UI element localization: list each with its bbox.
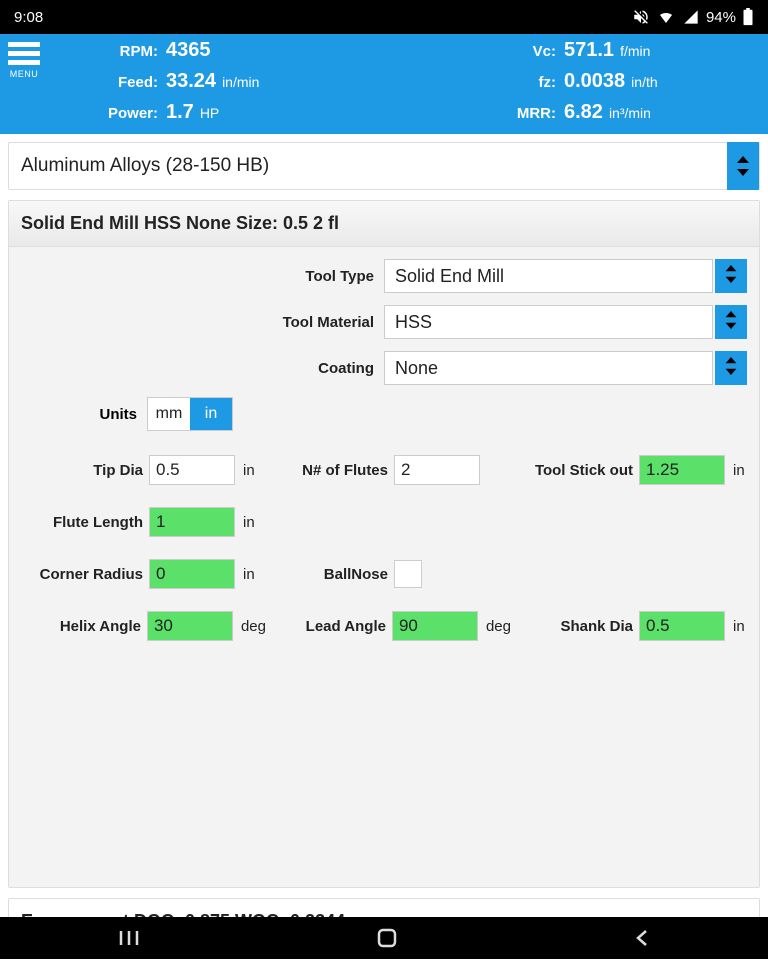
tool-material-select[interactable]: HSS: [384, 305, 713, 339]
stick-out-input[interactable]: [639, 455, 725, 485]
lead-angle-param: Lead Angle deg: [266, 611, 511, 641]
battery-percent: 94%: [706, 9, 736, 26]
shank-dia-input[interactable]: [639, 611, 725, 641]
tool-material-row: Tool Material HSS: [21, 305, 747, 339]
chevron-updown-icon: [722, 263, 740, 290]
num-flutes-input[interactable]: [394, 455, 480, 485]
hamburger-icon: [8, 42, 40, 65]
metric-rpm: RPM: 4365: [54, 39, 406, 62]
wifi-icon: [656, 9, 676, 25]
units-toggle: mm in: [147, 397, 233, 431]
signal-icon: [682, 9, 700, 25]
coating-select[interactable]: None: [384, 351, 713, 385]
material-value[interactable]: Aluminum Alloys (28-150 HB): [9, 143, 727, 189]
units-in-button[interactable]: in: [190, 398, 232, 430]
flute-length-param: Flute Length in: [21, 507, 266, 537]
material-selector[interactable]: Aluminum Alloys (28-150 HB): [8, 142, 760, 190]
app-header: MENU RPM: 4365 Vc: 571.1 f/min Feed: 33.…: [0, 34, 768, 134]
chevron-updown-icon: [722, 309, 740, 336]
helix-angle-input[interactable]: [147, 611, 233, 641]
shank-dia-param: Shank Dia in: [511, 611, 756, 641]
tool-section-title: Solid End Mill HSS None Size: 0.5 2 fl: [9, 201, 759, 247]
status-time: 9:08: [14, 9, 43, 26]
nav-home-button[interactable]: [376, 927, 398, 949]
metric-mrr: MRR: 6.82 in³/min: [406, 101, 758, 124]
metric-vc: Vc: 571.1 f/min: [406, 39, 758, 62]
metric-feed: Feed: 33.24 in/min: [54, 70, 406, 93]
menu-button[interactable]: MENU: [8, 42, 40, 79]
lead-angle-input[interactable]: [392, 611, 478, 641]
corner-radius-param: Corner Radius in: [21, 559, 266, 589]
nav-back-button[interactable]: [633, 928, 651, 948]
tip-dia-param: Tip Dia in: [21, 455, 266, 485]
android-nav-bar: [0, 917, 768, 959]
units-mm-button[interactable]: mm: [148, 398, 190, 430]
mute-icon: [632, 8, 650, 26]
metric-fz: fz: 0.0038 in/th: [406, 70, 758, 93]
chevron-updown-icon: [733, 154, 753, 178]
tool-type-row: Tool Type Solid End Mill: [21, 259, 747, 293]
ballnose-param: BallNose: [266, 559, 511, 589]
helix-angle-param: Helix Angle deg: [21, 611, 266, 641]
status-icons: 94%: [632, 8, 754, 26]
back-icon: [633, 928, 651, 948]
ballnose-checkbox[interactable]: [394, 560, 422, 588]
coating-row: Coating None: [21, 351, 747, 385]
stick-out-param: Tool Stick out in: [511, 455, 756, 485]
metric-power: Power: 1.7 HP: [54, 101, 406, 124]
tip-dia-input[interactable]: [149, 455, 235, 485]
units-row: Units mm in: [21, 397, 747, 431]
corner-radius-input[interactable]: [149, 559, 235, 589]
tool-section: Solid End Mill HSS None Size: 0.5 2 fl T…: [8, 200, 760, 888]
nav-recents-button[interactable]: [117, 928, 141, 948]
home-icon: [376, 927, 398, 949]
num-flutes-param: N# of Flutes: [266, 455, 511, 485]
chevron-updown-icon: [722, 355, 740, 382]
material-dropdown-button[interactable]: [727, 142, 759, 190]
android-status-bar: 9:08 94%: [0, 0, 768, 34]
battery-icon: [742, 8, 754, 26]
flute-length-input[interactable]: [149, 507, 235, 537]
recents-icon: [117, 928, 141, 948]
tool-type-dropdown-button[interactable]: [715, 259, 747, 293]
coating-dropdown-button[interactable]: [715, 351, 747, 385]
tool-type-select[interactable]: Solid End Mill: [384, 259, 713, 293]
tool-material-dropdown-button[interactable]: [715, 305, 747, 339]
